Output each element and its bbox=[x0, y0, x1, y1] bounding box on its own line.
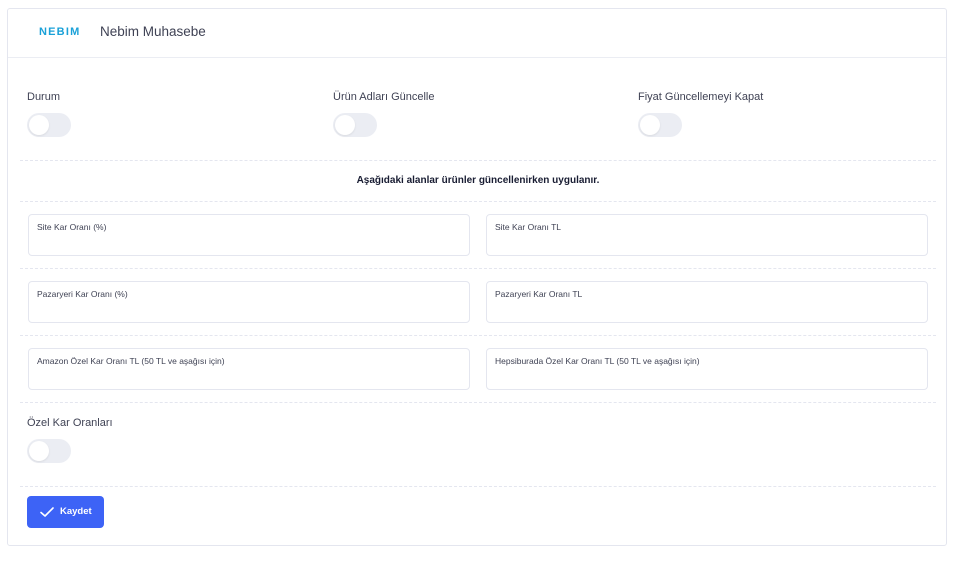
divider bbox=[20, 268, 936, 269]
card-header: NEBIM Nebim Muhasebe bbox=[8, 9, 946, 58]
hepsiburada-special-margin-input[interactable] bbox=[495, 371, 919, 385]
toggle-knob bbox=[29, 115, 49, 135]
settings-card: NEBIM Nebim Muhasebe Durum Ürün Adları G… bbox=[7, 8, 947, 546]
amazon-special-margin-field[interactable]: Amazon Özel Kar Oranı TL (50 TL ve aşağı… bbox=[28, 348, 470, 390]
toggle-knob bbox=[335, 115, 355, 135]
toggle-knob bbox=[29, 441, 49, 461]
site-margin-pct-input[interactable] bbox=[37, 237, 461, 251]
marketplace-margin-tl-input[interactable] bbox=[495, 304, 919, 318]
marketplace-margin-pct-field[interactable]: Pazaryeri Kar Oranı (%) bbox=[28, 281, 470, 323]
marketplace-margin-pct-input[interactable] bbox=[37, 304, 461, 318]
custom-margins-toggle-label: Özel Kar Oranları bbox=[27, 417, 113, 429]
hepsiburada-special-margin-field[interactable]: Hepsiburada Özel Kar Oranı TL (50 TL ve … bbox=[486, 348, 928, 390]
disable-price-update-toggle-label: Fiyat Güncellemeyi Kapat bbox=[638, 91, 764, 103]
site-margin-pct-field[interactable]: Site Kar Oranı (%) bbox=[28, 214, 470, 256]
fields-notice: Aşağıdaki alanlar ürünler güncellenirken… bbox=[356, 175, 600, 186]
update-product-names-toggle[interactable] bbox=[333, 113, 377, 137]
field-label: Pazaryeri Kar Oranı (%) bbox=[37, 289, 128, 299]
site-margin-tl-input[interactable] bbox=[495, 237, 919, 251]
field-label: Pazaryeri Kar Oranı TL bbox=[495, 289, 583, 299]
nebim-logo: NEBIM bbox=[39, 26, 81, 38]
field-label: Amazon Özel Kar Oranı TL (50 TL ve aşağı… bbox=[37, 356, 225, 366]
field-label: Site Kar Oranı TL bbox=[495, 222, 561, 232]
toggle-knob bbox=[640, 115, 660, 135]
status-toggle[interactable] bbox=[27, 113, 71, 137]
page-title: Nebim Muhasebe bbox=[100, 24, 206, 39]
field-label: Hepsiburada Özel Kar Oranı TL (50 TL ve … bbox=[495, 356, 700, 366]
save-button-label: Kaydet bbox=[60, 506, 92, 517]
divider bbox=[20, 201, 936, 202]
amazon-special-margin-input[interactable] bbox=[37, 371, 461, 385]
save-button[interactable]: Kaydet bbox=[27, 496, 104, 528]
site-margin-tl-field[interactable]: Site Kar Oranı TL bbox=[486, 214, 928, 256]
custom-margins-toggle[interactable] bbox=[27, 439, 71, 463]
disable-price-update-toggle[interactable] bbox=[638, 113, 682, 137]
marketplace-margin-tl-field[interactable]: Pazaryeri Kar Oranı TL bbox=[486, 281, 928, 323]
field-label: Site Kar Oranı (%) bbox=[37, 222, 107, 232]
status-toggle-label: Durum bbox=[27, 91, 61, 103]
check-icon bbox=[40, 507, 54, 517]
update-product-names-toggle-label: Ürün Adları Güncelle bbox=[333, 91, 435, 103]
divider bbox=[20, 335, 936, 336]
divider bbox=[20, 160, 936, 161]
divider bbox=[20, 402, 936, 403]
divider bbox=[20, 486, 936, 487]
